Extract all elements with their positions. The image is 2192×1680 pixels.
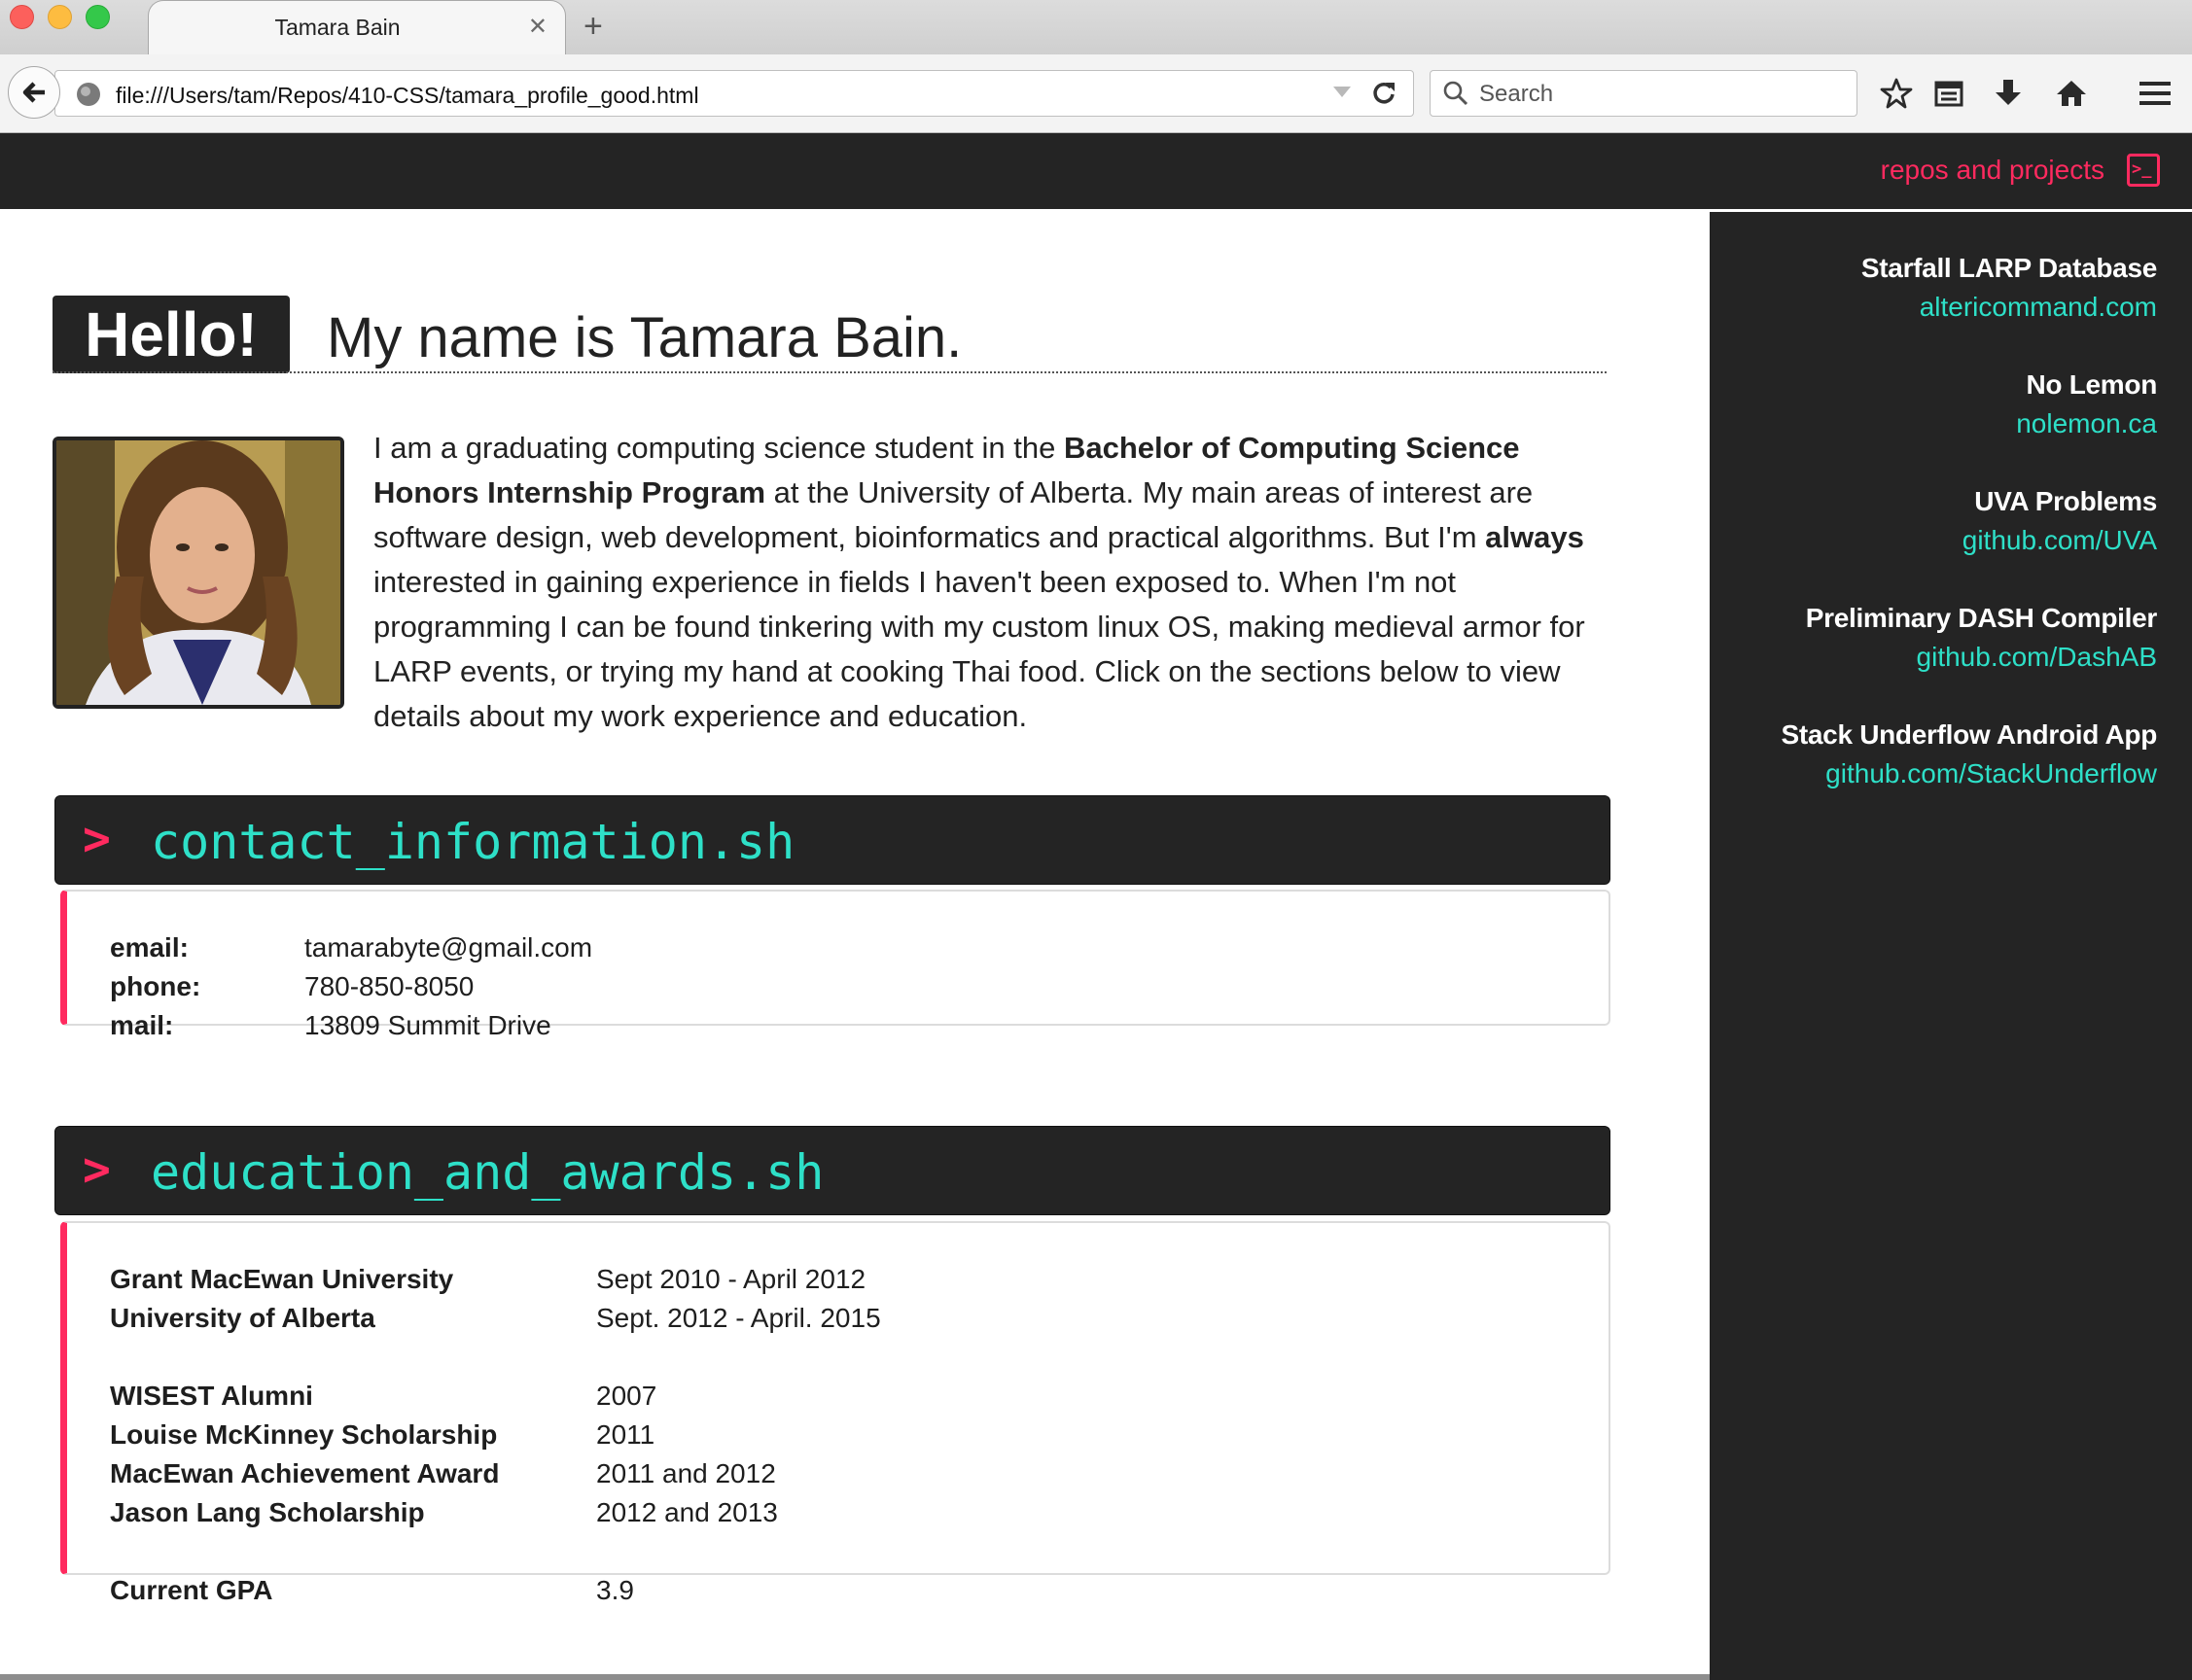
tab-title: Tamara Bain — [274, 15, 401, 40]
project-link[interactable]: nolemon.ca — [2016, 408, 2157, 439]
project-name: Preliminary DASH Compiler — [1805, 603, 2158, 633]
repos-and-projects-link[interactable]: repos and projects — [1881, 155, 2104, 186]
mail-value: 13809 Summit Drive — [304, 1010, 551, 1040]
project-link[interactable]: altericommand.com — [1861, 292, 2157, 323]
prompt-chevron-icon: > — [83, 1142, 111, 1197]
window-close-button[interactable] — [10, 5, 34, 29]
project-link[interactable]: github.com/StackUnderflow — [1782, 758, 2157, 789]
site-top-nav: repos and projects >_ — [0, 133, 2192, 209]
profile-photo — [53, 437, 344, 709]
phone-value: 780-850-8050 — [304, 971, 475, 1001]
window-zoom-button[interactable] — [86, 5, 110, 29]
bio-text: I am a graduating computing science stud… — [373, 431, 1064, 465]
contact-section-header[interactable]: > contact_information.sh — [54, 795, 1610, 885]
bio-paragraph: I am a graduating computing science stud… — [373, 426, 1609, 739]
row-label: mail: — [110, 1010, 174, 1040]
url-text[interactable]: file:///Users/tam/Repos/410-CSS/tamara_p… — [116, 83, 699, 109]
url-dropdown-icon[interactable] — [1333, 87, 1351, 97]
education-section-body: Grant MacEwan University Sept 2010 - Apri… — [60, 1221, 1610, 1605]
section-title: education_and_awards.sh — [151, 1144, 825, 1201]
project-item: No Lemon nolemon.ca — [2016, 369, 2157, 439]
table-row: Grant MacEwan University Sept 2010 - Apri… — [110, 1260, 881, 1299]
row-label: email: — [110, 932, 189, 962]
browser-tab-strip: Tamara Bain ✕ + — [0, 0, 2192, 55]
contact-table: email: tamarabyte@gmail.com phone: 780-850… — [110, 928, 592, 1045]
table-row: mail: 13809 Summit Drive — [110, 1006, 592, 1045]
project-name: Starfall LARP Database — [1860, 253, 2157, 283]
project-name: Stack Underflow Android App — [1781, 719, 2158, 750]
back-button[interactable] — [8, 66, 60, 119]
row-value: 2007 — [596, 1381, 657, 1411]
project-item: Preliminary DASH Compiler github.com/Das… — [1805, 603, 2158, 673]
browser-tab[interactable]: Tamara Bain ✕ — [148, 0, 566, 55]
row-value: 2012 and 2013 — [596, 1497, 778, 1527]
table-row: Louise McKinney Scholarship 2011 — [110, 1416, 881, 1454]
email-value: tamarabyte@gmail.com — [304, 932, 593, 962]
row-label: MacEwan Achievement Award — [110, 1458, 500, 1488]
project-name: No Lemon — [2026, 369, 2158, 400]
globe-icon — [77, 83, 100, 106]
table-row: phone: 780-850-8050 — [110, 967, 592, 1006]
project-link[interactable]: github.com/UVA — [1962, 525, 2157, 556]
table-row: MacEwan Achievement Award 2011 and 2012 — [110, 1454, 881, 1493]
search-bar[interactable] — [1430, 70, 1857, 117]
heading-divider — [53, 371, 1607, 373]
row-value: Sept. 2012 - April. 2015 — [596, 1303, 881, 1333]
table-row: WISEST Alumni 2007 — [110, 1377, 881, 1416]
project-item: UVA Problems github.com/UVA — [1962, 486, 2158, 556]
download-icon[interactable] — [1989, 74, 2028, 113]
spacer-row — [110, 1338, 881, 1377]
back-arrow-icon — [22, 82, 45, 103]
search-input[interactable] — [1477, 77, 1841, 112]
new-tab-button[interactable]: + — [583, 8, 603, 46]
row-label: phone: — [110, 971, 201, 1001]
search-icon — [1442, 80, 1469, 112]
main-content: Hello! My name is Tamara Bain. I am a gr… — [0, 212, 1710, 1680]
window-minimize-button[interactable] — [48, 5, 72, 29]
table-row: University of Alberta Sept. 2012 - April.… — [110, 1299, 881, 1338]
section-title: contact_information.sh — [151, 814, 795, 870]
bio-emphasis: always — [1485, 520, 1584, 554]
table-row: Jason Lang Scholarship 2012 and 2013 — [110, 1493, 881, 1532]
prompt-chevron-icon: > — [83, 812, 111, 866]
address-bar[interactable]: file:///Users/tam/Repos/410-CSS/tamara_p… — [54, 70, 1414, 117]
reload-icon[interactable] — [1366, 75, 1401, 110]
education-section-header[interactable]: > education_and_awards.sh — [54, 1126, 1610, 1215]
row-value: 2011 — [596, 1419, 655, 1450]
terminal-icon[interactable]: >_ — [2127, 154, 2160, 187]
project-item: Starfall LARP Database altericommand.com — [1861, 253, 2157, 323]
browser-toolbar: file:///Users/tam/Repos/410-CSS/tamara_p… — [0, 54, 2192, 133]
row-label: Grant MacEwan University — [110, 1264, 454, 1294]
menu-hamburger-icon[interactable] — [2136, 74, 2174, 113]
row-label: Jason Lang Scholarship — [110, 1497, 425, 1527]
row-value: Sept 2010 - April 2012 — [596, 1264, 866, 1294]
projects-sidebar: Starfall LARP Database altericommand.com… — [1710, 212, 2192, 1680]
spacer-row — [110, 1532, 881, 1571]
row-label: University of Alberta — [110, 1303, 375, 1333]
horizontal-scrollbar[interactable] — [0, 1674, 1710, 1680]
bio-text: interested in gaining experience in fiel… — [373, 565, 1585, 733]
row-label: Louise McKinney Scholarship — [110, 1419, 498, 1450]
row-value: 2011 and 2012 — [596, 1458, 776, 1488]
project-name: UVA Problems — [1974, 486, 2157, 516]
page-title: My name is Tamara Bain. — [327, 306, 963, 369]
gpa-value: 3.9 — [596, 1575, 634, 1605]
tab-close-icon[interactable]: ✕ — [528, 13, 548, 41]
row-label: WISEST Alumni — [110, 1381, 313, 1411]
contact-section-body: email: tamarabyte@gmail.com phone: 780-850… — [60, 890, 1610, 1040]
project-link[interactable]: github.com/DashAB — [1806, 642, 2157, 673]
table-row: Current GPA 3.9 — [110, 1571, 881, 1610]
reading-list-icon[interactable] — [1929, 74, 1968, 113]
project-item: Stack Underflow Android App github.com/S… — [1782, 719, 2158, 789]
home-icon[interactable] — [2052, 74, 2091, 113]
bookmark-star-icon[interactable] — [1877, 74, 1916, 113]
education-table: Grant MacEwan University Sept 2010 - Apri… — [110, 1260, 881, 1610]
table-row: email: tamarabyte@gmail.com — [110, 928, 592, 967]
gpa-label: Current GPA — [110, 1575, 273, 1605]
hello-badge: Hello! — [53, 296, 290, 373]
